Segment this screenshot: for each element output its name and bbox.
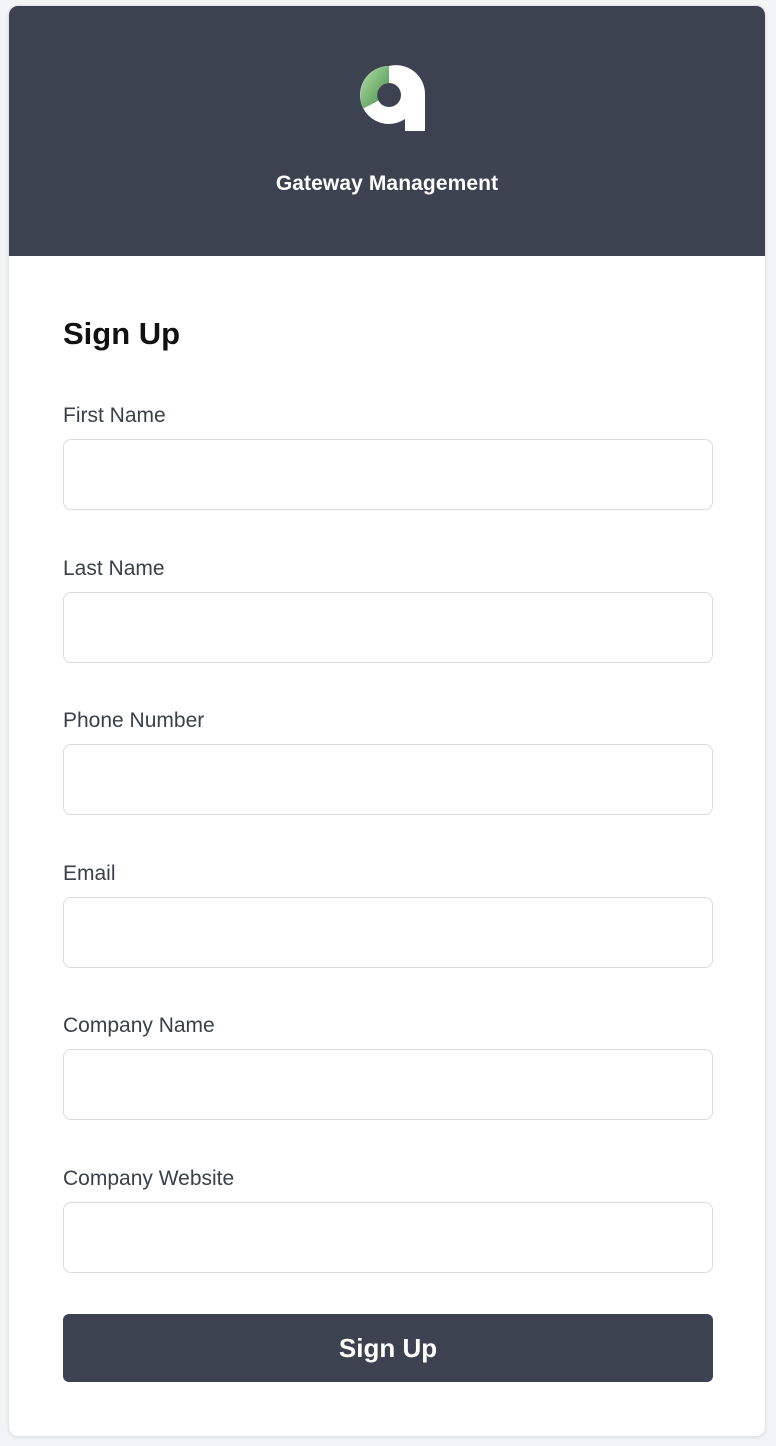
phone-number-label: Phone Number [63,709,205,732]
company-name-field: Company Name [63,1011,713,1120]
signup-card: Gateway Management Sign Up First Name La… [8,5,766,1437]
last-name-field: Last Name [63,554,713,663]
phone-number-input[interactable] [63,744,713,815]
first-name-input[interactable] [63,439,713,510]
last-name-label: Last Name [63,557,165,580]
company-website-field: Company Website [63,1164,713,1273]
company-name-label: Company Name [63,1014,215,1037]
phone-number-field: Phone Number [63,706,713,815]
card-header: Gateway Management [9,6,765,256]
email-label: Email [63,862,116,885]
sign-up-button[interactable]: Sign Up [63,1314,713,1382]
gateway-logo-icon [360,65,425,131]
email-field: Email [63,859,713,968]
company-name-input[interactable] [63,1049,713,1120]
app-title: Gateway Management [275,172,499,195]
first-name-field: First Name [63,401,713,510]
email-input[interactable] [63,897,713,968]
form-title: Sign Up [63,316,181,351]
last-name-input[interactable] [63,592,713,663]
first-name-label: First Name [63,404,166,427]
company-website-input[interactable] [63,1202,713,1273]
company-website-label: Company Website [63,1167,235,1190]
